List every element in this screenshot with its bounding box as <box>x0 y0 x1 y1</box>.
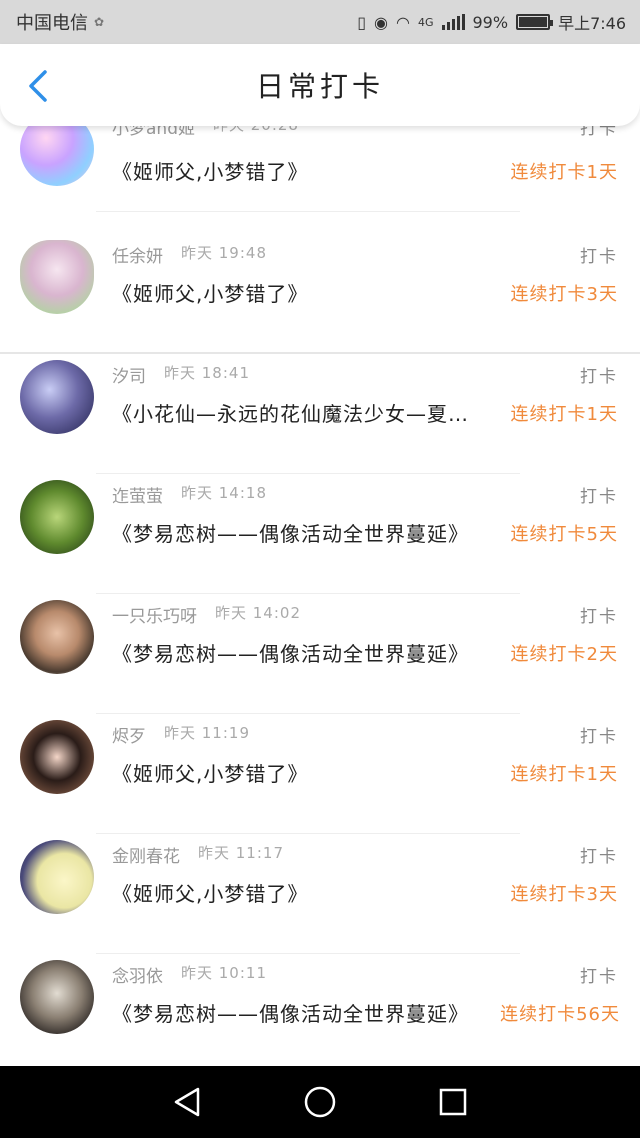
streak-label: 连续打卡1天 <box>510 404 618 425</box>
book-title[interactable]: 《梦易恋树——偶像活动全世界蔓延》 <box>112 518 502 547</box>
streak-label: 连续打卡1天 <box>510 764 618 785</box>
avatar[interactable] <box>20 600 94 674</box>
checkin-label: 打卡 <box>580 607 618 627</box>
avatar[interactable] <box>20 840 94 914</box>
checkin-row[interactable]: 迮萤萤 昨天 14:18 《梦易恋树——偶像活动全世界蔓延》 打卡 连续打卡5天 <box>0 474 640 594</box>
checkin-label: 打卡 <box>580 967 618 987</box>
checkin-row[interactable]: 念羽依 昨天 10:11 《梦易恋树——偶像活动全世界蔓延》 打卡 连续打卡56… <box>0 954 640 1066</box>
square-recents-icon <box>440 1088 467 1116</box>
avatar[interactable] <box>20 720 94 794</box>
checkin-label: 打卡 <box>580 247 618 267</box>
checkin-label: 打卡 <box>580 487 618 507</box>
avatar[interactable] <box>20 360 94 434</box>
checkin-time: 昨天 19:48 <box>181 244 267 262</box>
checkin-time: 昨天 10:11 <box>181 964 267 982</box>
network-type: 4G <box>417 15 434 29</box>
book-title[interactable]: 《姬师父,小梦错了》 <box>112 278 502 307</box>
streak-label: 连续打卡5天 <box>510 524 618 545</box>
chevron-left-icon <box>29 70 47 102</box>
status-bar: 中国电信 ✿ ▯ ◉ ◠ 4G 99% 早上7:46 <box>0 0 640 44</box>
user-name[interactable]: 任余妍 <box>112 242 163 267</box>
wifi-icon: ◠ <box>396 12 410 32</box>
user-name[interactable]: 念羽依 <box>112 962 163 987</box>
clock: 早上7:46 <box>558 14 626 33</box>
checkin-label: 打卡 <box>580 367 618 387</box>
checkin-row[interactable]: 汐司 昨天 18:41 《小花仙—永远的花仙魔法少女—夏… 打卡 连续打卡1天 <box>0 354 640 474</box>
user-name[interactable]: 迮萤萤 <box>112 482 163 507</box>
carrier-label: 中国电信 <box>16 13 88 34</box>
book-title[interactable]: 《姬师父,小梦错了》 <box>112 878 502 907</box>
streak-label: 连续打卡3天 <box>510 284 618 305</box>
checkin-time: 昨天 14:02 <box>215 604 301 622</box>
system-nav-bar <box>0 1066 640 1138</box>
battery-icon <box>516 14 554 30</box>
notification-icon: ✿ <box>94 15 105 29</box>
back-button[interactable] <box>18 66 58 106</box>
nav-home-button[interactable] <box>298 1080 342 1124</box>
book-title[interactable]: 《小花仙—永远的花仙魔法少女—夏… <box>112 398 502 427</box>
checkin-row[interactable]: 金刚春花 昨天 11:17 《姬师父,小梦错了》 打卡 连续打卡3天 <box>0 834 640 954</box>
eye-icon: ◉ <box>374 12 388 32</box>
page-title: 日常打卡 <box>255 70 384 103</box>
battery-percent: 99% <box>472 12 509 32</box>
checkin-time: 昨天 18:41 <box>164 364 250 382</box>
row-divider <box>96 211 520 212</box>
checkin-list[interactable]: 小梦and姬 昨天 20:28 《姬师父,小梦错了》 打卡 连续打卡1天 任余妍… <box>0 114 640 1066</box>
user-name[interactable]: 金刚春花 <box>112 842 180 867</box>
book-title[interactable]: 《梦易恋树——偶像活动全世界蔓延》 <box>112 638 502 667</box>
user-name[interactable]: 一只乐巧呀 <box>112 602 197 627</box>
checkin-row[interactable]: 烬歹 昨天 11:19 《姬师父,小梦错了》 打卡 连续打卡1天 <box>0 714 640 834</box>
user-name[interactable]: 烬歹 <box>112 722 146 747</box>
checkin-label: 打卡 <box>580 727 618 747</box>
checkin-label: 打卡 <box>580 847 618 867</box>
nav-recents-button[interactable] <box>431 1080 475 1124</box>
signal-icon <box>441 14 465 30</box>
checkin-time: 昨天 11:17 <box>198 844 284 862</box>
checkin-row[interactable]: 小梦and姬 昨天 20:28 《姬师父,小梦错了》 打卡 连续打卡1天 <box>0 114 640 234</box>
avatar[interactable] <box>20 480 94 554</box>
checkin-row[interactable]: 一只乐巧呀 昨天 14:02 《梦易恋树——偶像活动全世界蔓延》 打卡 连续打卡… <box>0 594 640 714</box>
streak-label: 连续打卡2天 <box>510 644 618 665</box>
avatar[interactable] <box>20 960 94 1034</box>
streak-label: 连续打卡1天 <box>510 162 618 183</box>
user-name[interactable]: 汐司 <box>112 362 146 387</box>
checkin-time: 昨天 11:19 <box>164 724 250 742</box>
streak-label: 连续打卡56天 <box>500 1004 620 1025</box>
book-title[interactable]: 《梦易恋树——偶像活动全世界蔓延》 <box>112 998 502 1027</box>
book-title[interactable]: 《姬师父,小梦错了》 <box>112 758 502 787</box>
checkin-row[interactable]: 任余妍 昨天 19:48 《姬师父,小梦错了》 打卡 连续打卡3天 <box>0 234 640 354</box>
circle-home-icon <box>304 1086 336 1118</box>
vibrate-icon: ▯ <box>357 12 367 32</box>
nav-back-button[interactable] <box>165 1080 209 1124</box>
app-header: 日常打卡 <box>0 44 640 126</box>
checkin-time: 昨天 14:18 <box>181 484 267 502</box>
book-title[interactable]: 《姬师父,小梦错了》 <box>112 156 502 185</box>
streak-label: 连续打卡3天 <box>510 884 618 905</box>
avatar[interactable] <box>20 240 94 314</box>
triangle-back-icon <box>174 1087 199 1117</box>
